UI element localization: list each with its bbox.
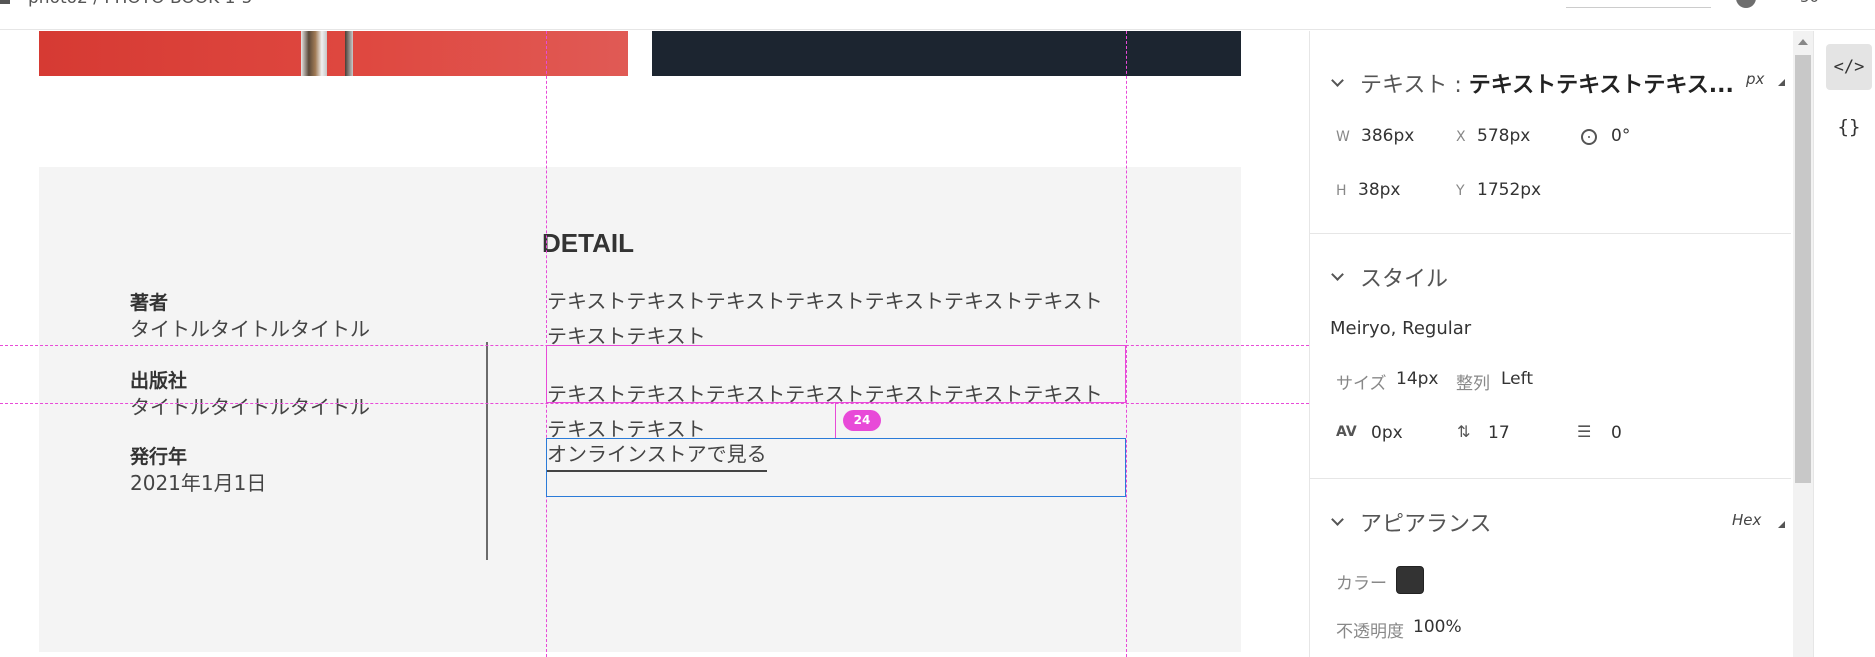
meta-label-author[interactable]: 著者: [130, 288, 168, 315]
body-text-1-line1: テキストテキストテキストテキストテキストテキストテキスト: [547, 289, 1103, 313]
opacity-label: 不透明度: [1336, 622, 1404, 642]
color-swatch[interactable]: [1396, 566, 1424, 594]
unit-toggle[interactable]: px: [1746, 70, 1764, 88]
tool-rail: </> {}: [1813, 31, 1875, 657]
color-format-toggle[interactable]: Hex: [1732, 511, 1761, 529]
photo-red-building[interactable]: [39, 31, 628, 76]
zoom-level[interactable]: 50: [1800, 0, 1819, 6]
breadcrumb[interactable]: photo2 / PHOTO BOOK 1-5: [28, 0, 252, 8]
inspector-panel: テキスト : テキストテキストテキス... px W 386px X 578px…: [1309, 31, 1791, 657]
letter-spacing-icon: AV: [1336, 424, 1357, 440]
y-label: Y: [1456, 183, 1465, 199]
meta-value-publish-date[interactable]: 2021年1月1日: [130, 467, 266, 496]
body-text-1[interactable]: テキストテキストテキストテキストテキストテキストテキスト テキストテキスト: [547, 284, 1127, 354]
json-view-button[interactable]: {}: [1826, 104, 1872, 150]
selection-box[interactable]: [546, 438, 1126, 497]
chevron-down-icon[interactable]: [1330, 269, 1346, 285]
guide-vertical-right: [1126, 31, 1127, 657]
photo-detail: [301, 31, 327, 76]
photo-dark-building[interactable]: [652, 31, 1241, 76]
help-icon[interactable]: [1736, 0, 1756, 8]
text-section-header[interactable]: テキスト : テキストテキストテキス...: [1330, 67, 1734, 99]
meta-value-publisher[interactable]: タイトルタイトルタイトル: [130, 391, 370, 420]
x-value[interactable]: 578px: [1477, 126, 1530, 146]
meta-label-publish-date[interactable]: 発行年: [130, 442, 187, 469]
detail-heading[interactable]: DETAIL: [542, 228, 634, 259]
document-icon: [0, 0, 10, 4]
color-format-dropdown-icon[interactable]: [1778, 521, 1785, 528]
guide-horizontal-bottom: [0, 403, 1309, 404]
text-layer-name: テキストテキストテキス...: [1468, 73, 1734, 98]
paragraph-spacing-icon: ☰: [1577, 422, 1592, 441]
appearance-section-header[interactable]: アピアランス: [1330, 506, 1492, 538]
color-label: カラー: [1336, 574, 1387, 594]
vertical-divider[interactable]: [486, 342, 488, 560]
guide-vertical-left: [546, 31, 547, 657]
chevron-down-icon[interactable]: [1330, 514, 1346, 530]
inspector-scrollbar[interactable]: [1793, 31, 1813, 657]
chevron-down-icon[interactable]: [1330, 75, 1346, 91]
width-label: W: [1336, 129, 1350, 145]
alignment-label: 整列: [1456, 374, 1490, 394]
section-divider: [1310, 233, 1791, 234]
unit-dropdown-icon[interactable]: [1778, 79, 1785, 86]
style-section-title: スタイル: [1360, 267, 1449, 292]
paragraph-spacing-value[interactable]: 0: [1611, 423, 1622, 443]
line-height-value[interactable]: 17: [1488, 423, 1510, 443]
text-section-title: テキスト : テキストテキストテキス...: [1360, 67, 1734, 99]
meta-value-author[interactable]: タイトルタイトルタイトル: [130, 313, 370, 342]
section-divider: [1310, 478, 1791, 479]
height-label: H: [1336, 183, 1347, 199]
font-family-value[interactable]: Meiryo, Regular: [1330, 318, 1471, 339]
hover-highlight-box: [546, 345, 1126, 403]
height-value[interactable]: 38px: [1358, 180, 1400, 200]
text-section-prefix: テキスト :: [1360, 73, 1469, 98]
search-input[interactable]: [1566, 0, 1711, 8]
code-view-button[interactable]: </>: [1826, 44, 1872, 90]
scrollbar-thumb[interactable]: [1795, 55, 1811, 483]
y-value[interactable]: 1752px: [1477, 180, 1541, 200]
meta-label-publisher[interactable]: 出版社: [130, 366, 187, 393]
font-size-label: サイズ: [1336, 374, 1387, 394]
rotation-icon: [1581, 129, 1597, 145]
font-size-value[interactable]: 14px: [1396, 369, 1438, 389]
spacing-indicator-line: [835, 403, 836, 438]
opacity-value[interactable]: 100%: [1413, 617, 1462, 637]
scroll-up-icon[interactable]: [1798, 39, 1808, 45]
rotation-value[interactable]: 0°: [1611, 126, 1630, 146]
spacing-badge: 24: [843, 410, 881, 431]
width-value[interactable]: 386px: [1361, 126, 1414, 146]
photo-detail: [345, 31, 353, 76]
style-section-header[interactable]: スタイル: [1330, 261, 1448, 293]
line-height-icon: ⇅: [1457, 422, 1471, 441]
top-header: photo2 / PHOTO BOOK 1-5 50: [0, 0, 1875, 30]
appearance-section-title: アピアランス: [1360, 512, 1492, 537]
design-canvas[interactable]: DETAIL 著者 タイトルタイトルタイトル 出版社 タイトルタイトルタイトル …: [0, 31, 1309, 657]
x-label: X: [1456, 129, 1466, 145]
alignment-value[interactable]: Left: [1501, 369, 1533, 389]
letter-spacing-value[interactable]: 0px: [1371, 423, 1403, 443]
